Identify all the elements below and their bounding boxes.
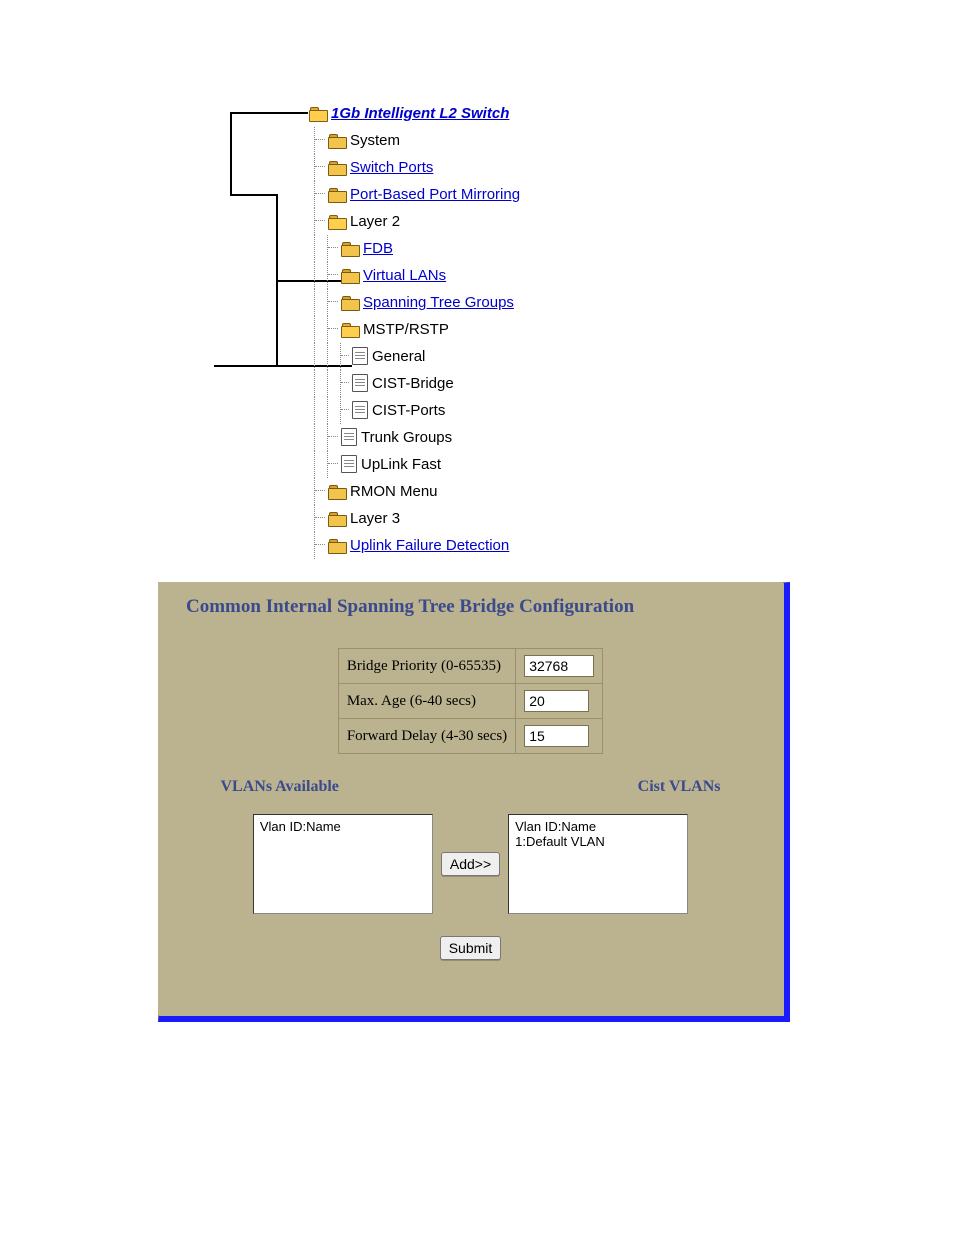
tree-item-mirroring[interactable]: Port-Based Port Mirroring xyxy=(306,181,706,208)
document-icon xyxy=(341,428,357,446)
cfg-label-priority: Bridge Priority (0-65535) xyxy=(338,649,515,684)
cist-vlans-listbox[interactable]: Vlan ID:Name 1:Default VLAN xyxy=(508,814,688,914)
tree-item-stg[interactable]: Spanning Tree Groups xyxy=(306,289,706,316)
document-icon xyxy=(352,401,368,419)
document-icon xyxy=(352,347,368,365)
tree-item-mstp[interactable]: MSTP/RSTP xyxy=(306,316,706,343)
folder-icon xyxy=(341,295,359,309)
tree-item-cist-ports[interactable]: CIST-Ports xyxy=(306,397,706,424)
tree-item-switch-ports[interactable]: Switch Ports xyxy=(306,154,706,181)
tree-label: UpLink Fast xyxy=(361,451,441,478)
forward-delay-input[interactable] xyxy=(524,725,589,747)
document-icon xyxy=(352,374,368,392)
tree-label: Virtual LANs xyxy=(363,262,446,289)
tree-label: Switch Ports xyxy=(350,154,433,181)
tree-item-fdb[interactable]: FDB xyxy=(306,235,706,262)
tree-label: CIST-Bridge xyxy=(372,370,454,397)
bridge-priority-input[interactable] xyxy=(524,655,594,677)
tree-label: Port-Based Port Mirroring xyxy=(350,181,520,208)
folder-icon xyxy=(328,133,346,147)
tree-root-label: 1Gb Intelligent L2 Switch xyxy=(331,100,509,127)
tree-label: Layer 3 xyxy=(350,505,400,532)
tree-label: CIST-Ports xyxy=(372,397,445,424)
max-age-input[interactable] xyxy=(524,690,589,712)
folder-icon xyxy=(328,484,346,498)
heading-vlans-available: VLANs Available xyxy=(221,778,339,796)
submit-button[interactable]: Submit xyxy=(440,936,502,960)
folder-open-icon xyxy=(328,214,346,228)
nav-tree: 1Gb Intelligent L2 Switch System Switch … xyxy=(306,100,706,559)
tree-label: Spanning Tree Groups xyxy=(363,289,514,316)
tree-item-vlans[interactable]: Virtual LANs xyxy=(306,262,706,289)
cfg-label-fwd: Forward Delay (4-30 secs) xyxy=(338,719,515,754)
add-button[interactable]: Add>> xyxy=(441,852,500,876)
tree-label: Trunk Groups xyxy=(361,424,452,451)
tree-item-general[interactable]: General xyxy=(306,343,706,370)
folder-icon xyxy=(341,268,359,282)
tree-item-system[interactable]: System xyxy=(306,127,706,154)
tree-item-ufd[interactable]: Uplink Failure Detection xyxy=(306,532,706,559)
tree-item-layer2[interactable]: Layer 2 xyxy=(306,208,706,235)
tree-item-rmon[interactable]: RMON Menu xyxy=(306,478,706,505)
tree-item-cist-bridge[interactable]: CIST-Bridge xyxy=(306,370,706,397)
folder-icon xyxy=(328,160,346,174)
tree-label: System xyxy=(350,127,400,154)
tree-item-uplinkfast[interactable]: UpLink Fast xyxy=(306,451,706,478)
folder-open-icon xyxy=(309,106,327,120)
tree-item-layer3[interactable]: Layer 3 xyxy=(306,505,706,532)
folder-icon xyxy=(328,511,346,525)
tree-label: RMON Menu xyxy=(350,478,438,505)
document-icon xyxy=(341,455,357,473)
tree-label: MSTP/RSTP xyxy=(363,316,449,343)
tree-label: Uplink Failure Detection xyxy=(350,532,509,559)
tree-item-trunk[interactable]: Trunk Groups xyxy=(306,424,706,451)
config-table: Bridge Priority (0-65535) Max. Age (6-40… xyxy=(338,648,603,754)
tree-label: FDB xyxy=(363,235,393,262)
heading-cist-vlans: Cist VLANs xyxy=(638,778,721,796)
folder-open-icon xyxy=(341,322,359,336)
available-vlans-listbox[interactable]: Vlan ID:Name xyxy=(253,814,433,914)
tree-root[interactable]: 1Gb Intelligent L2 Switch xyxy=(306,100,706,127)
tree-label: General xyxy=(372,343,425,370)
folder-icon xyxy=(328,538,346,552)
folder-icon xyxy=(341,241,359,255)
cfg-label-maxage: Max. Age (6-40 secs) xyxy=(338,684,515,719)
panel-title: Common Internal Spanning Tree Bridge Con… xyxy=(158,582,783,618)
tree-label: Layer 2 xyxy=(350,208,400,235)
folder-icon xyxy=(328,187,346,201)
